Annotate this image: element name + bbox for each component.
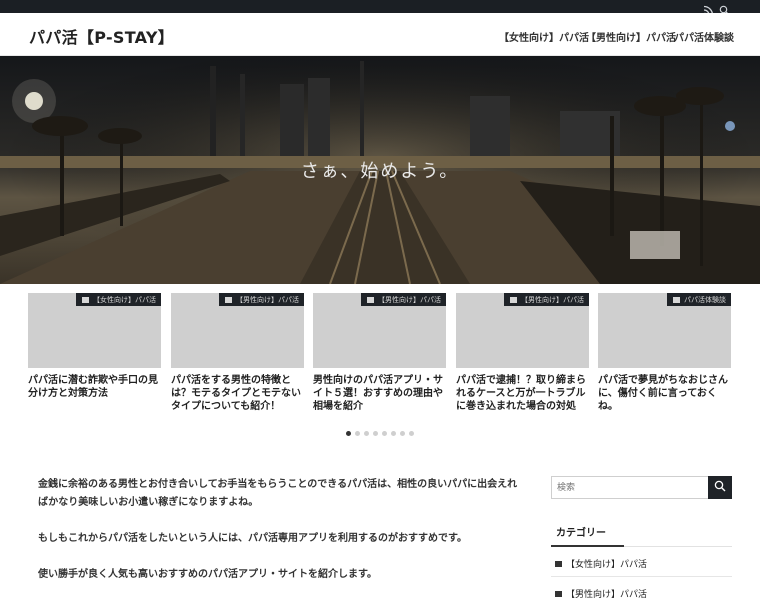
- main-nav: 【女性向け】パパ活 【男性向け】パパ活 パパ活体験談: [0, 29, 760, 45]
- post-card[interactable]: パパ活体験談 パパ活で夢見がちなおじさんに、傷付く前に言っておくね。: [598, 293, 731, 413]
- carousel-dot[interactable]: [373, 431, 378, 436]
- category-badge: パパ活体験談: [667, 293, 731, 306]
- intro-paragraph: 金銭に余裕のある男性とお付き合いしてお手当をもらうことのできるパパ活は、相性の良…: [38, 479, 518, 508]
- search-button[interactable]: [708, 476, 732, 499]
- top-bar: [0, 0, 760, 16]
- folder-icon: [673, 297, 680, 303]
- folder-icon: [555, 561, 562, 567]
- post-thumbnail[interactable]: パパ活体験談: [598, 293, 731, 368]
- folder-icon: [367, 297, 374, 303]
- post-thumbnail[interactable]: 【男性向け】パパ活: [171, 293, 304, 368]
- post-title[interactable]: パパ活をする男性の特徴とは？モテるタイプとモテないタイプについても紹介！: [171, 374, 304, 413]
- carousel-dot[interactable]: [382, 431, 387, 436]
- search-input[interactable]: [551, 476, 709, 499]
- intro-paragraph: 使い勝手が良く人気も高いおすすめのパパ活アプリ・サイトを紹介します。: [38, 569, 377, 580]
- site-header: パパ活【P-STAY】 【女性向け】パパ活 【男性向け】パパ活 パパ活体験談: [0, 13, 760, 56]
- nav-item-men-papakatsu[interactable]: 【男性向け】パパ活: [586, 29, 676, 44]
- hero-tagline: さぁ、始めよう。: [300, 161, 460, 182]
- carousel-pagination: [0, 421, 760, 436]
- post-card[interactable]: 【男性向け】パパ活 男性向けのパパ活アプリ・サイト５選！おすすめの理由や相場を紹…: [313, 293, 446, 413]
- main-content: 金銭に余裕のある男性とお付き合いしてお手当をもらうことのできるパパ活は、相性の良…: [38, 476, 518, 600]
- category-badge: 【男性向け】パパ活: [504, 293, 589, 306]
- post-card[interactable]: 【男性向け】パパ活 パパ活をする男性の特徴とは？モテるタイプとモテないタイプにつ…: [171, 293, 304, 413]
- carousel-dot[interactable]: [400, 431, 405, 436]
- post-title[interactable]: 男性向けのパパ活アプリ・サイト５選！おすすめの理由や相場を紹介: [313, 374, 446, 413]
- folder-icon: [225, 297, 232, 303]
- category-widget-title: カテゴリー: [551, 524, 732, 547]
- post-thumbnail[interactable]: 【男性向け】パパ活: [313, 293, 446, 368]
- post-card[interactable]: 【女性向け】パパ活 パパ活に潜む詐欺や手口の見分け方と対策方法: [28, 293, 161, 400]
- carousel-dot[interactable]: [346, 431, 351, 436]
- nav-item-women-papakatsu[interactable]: 【女性向け】パパ活: [499, 29, 589, 44]
- post-title[interactable]: パパ活で夢見がちなおじさんに、傷付く前に言っておくね。: [598, 374, 731, 413]
- post-title[interactable]: パパ活に潜む詐欺や手口の見分け方と対策方法: [28, 374, 161, 400]
- category-badge: 【女性向け】パパ活: [76, 293, 161, 306]
- featured-posts-carousel: 【女性向け】パパ活 パパ活に潜む詐欺や手口の見分け方と対策方法 【男性向け】パパ…: [0, 293, 760, 423]
- search-icon: [714, 480, 726, 492]
- carousel-dot[interactable]: [364, 431, 369, 436]
- intro-paragraph: もしもこれからパパ活をしたいという人には、パパ活専用アプリを利用するのがおすすめ…: [38, 533, 467, 544]
- post-title[interactable]: パパ活で逮捕！？取り締まられるケースと万が一トラブルに巻き込まれた場合の対処: [456, 374, 589, 413]
- carousel-dot[interactable]: [391, 431, 396, 436]
- folder-icon: [510, 297, 517, 303]
- hero-banner: さぁ、始めよう。: [0, 56, 760, 284]
- category-item-women-papakatsu[interactable]: 【女性向け】パパ活: [551, 547, 732, 577]
- folder-icon: [555, 591, 562, 597]
- sidebar: カテゴリー 【女性向け】パパ活 【男性向け】パパ活: [551, 476, 732, 600]
- carousel-dot[interactable]: [355, 431, 360, 436]
- sidebar-search: [551, 476, 732, 499]
- category-badge: 【男性向け】パパ活: [219, 293, 304, 306]
- search-icon[interactable]: [719, 1, 730, 16]
- post-card[interactable]: 【男性向け】パパ活 パパ活で逮捕！？取り締まられるケースと万が一トラブルに巻き込…: [456, 293, 589, 413]
- category-badge: 【男性向け】パパ活: [361, 293, 446, 306]
- category-item-men-papakatsu[interactable]: 【男性向け】パパ活: [551, 577, 732, 600]
- post-thumbnail[interactable]: 【女性向け】パパ活: [28, 293, 161, 368]
- post-thumbnail[interactable]: 【男性向け】パパ活: [456, 293, 589, 368]
- carousel-dot[interactable]: [409, 431, 414, 436]
- rss-icon[interactable]: [703, 1, 714, 16]
- folder-icon: [82, 297, 89, 303]
- nav-item-experiences[interactable]: パパ活体験談: [674, 29, 734, 44]
